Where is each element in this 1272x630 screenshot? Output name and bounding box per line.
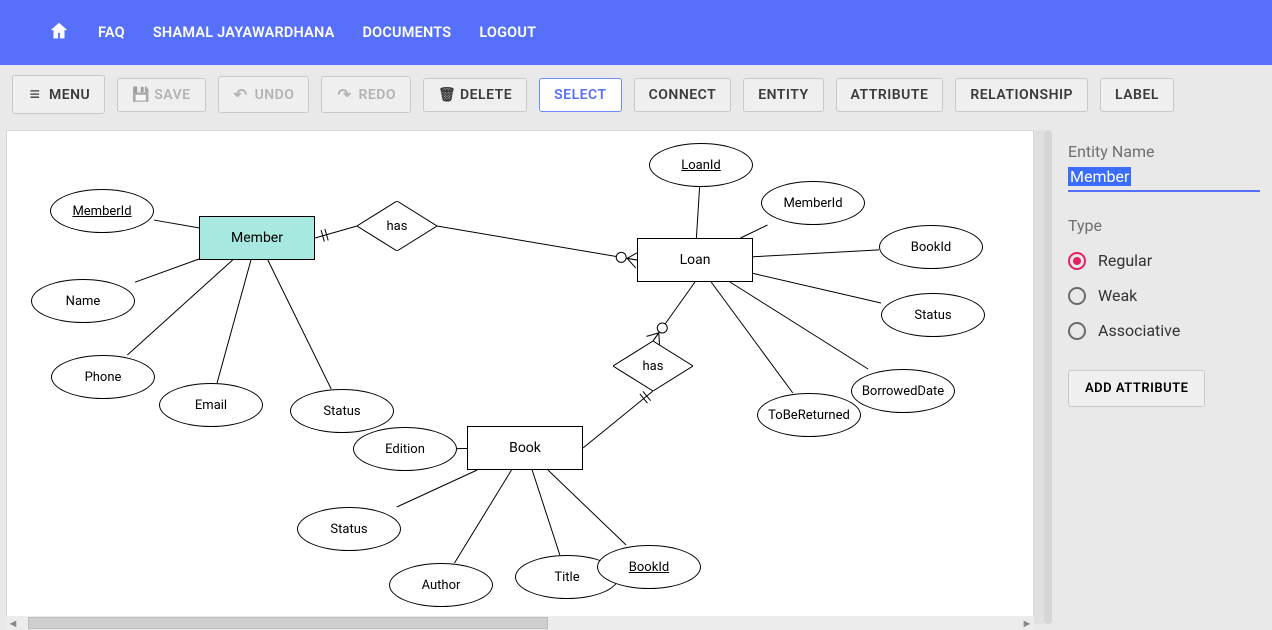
nav-faq[interactable]: FAQ [98,24,125,41]
entity-member[interactable]: Member [199,216,315,260]
top-nav: FAQ SHAMAL JAYAWARDHANA DOCUMENTS LOGOUT [0,0,1272,65]
nav-documents[interactable]: DOCUMENTS [362,24,451,41]
attribute-button[interactable]: ATTRIBUTE [836,78,944,112]
redo-label: REDO [358,87,396,103]
redo-button: REDO [321,76,411,113]
attribute-edition[interactable]: Edition [353,427,457,471]
v-scrollbar[interactable] [1034,130,1044,624]
attribute-email[interactable]: Email [159,383,263,427]
attribute-label: Name [66,294,101,309]
attribute-memberIdL[interactable]: MemberId [761,181,865,225]
delete-button[interactable]: DELETE [423,78,527,112]
connect-button[interactable]: CONNECT [634,78,732,112]
toolbar: MENU SAVE UNDO REDO DELETE SELECT CONNEC… [0,65,1272,124]
menu-label: MENU [49,87,90,103]
undo-button: UNDO [218,76,310,113]
select-button[interactable]: SELECT [539,78,621,112]
menu-icon [27,84,43,105]
attribute-label: Title [554,570,579,585]
menu-button[interactable]: MENU [12,75,105,114]
attribute-label: Status [330,522,367,537]
trash-icon [438,87,454,103]
attribute-bookId[interactable]: BookId [597,545,701,589]
entity-label: Loan [680,252,711,268]
canvas-wrap: Member Loan Book has has MemberId Name Phone Ema… [0,124,1034,630]
entity-name-label: Entity Name [1068,142,1260,161]
scroll-right-icon[interactable]: ► [1020,617,1034,630]
attribute-statusB[interactable]: Status [297,507,401,551]
add-attribute-button[interactable]: ADD ATTRIBUTE [1068,370,1205,407]
attribute-label: MemberId [72,204,131,219]
type-radio-regular[interactable]: Regular [1068,251,1260,270]
entity-loan[interactable]: Loan [637,238,753,282]
er-canvas[interactable]: Member Loan Book has has MemberId Name Phone Ema… [6,130,1034,630]
label-button[interactable]: LABEL [1100,78,1174,112]
attribute-label: BorrowedDate [862,384,944,399]
attribute-label: ToBeReturned [768,408,850,423]
attribute-bookIdL[interactable]: BookId [879,225,983,269]
entity-label: Member [231,230,283,246]
scroll-thumb[interactable] [28,617,548,629]
attribute-borrowDate[interactable]: BorrowedDate [851,369,955,413]
radio-label: Weak [1098,286,1137,305]
type-radio-associative[interactable]: Associative [1068,321,1260,340]
attribute-label: Status [323,404,360,419]
nav-logout[interactable]: LOGOUT [479,24,536,41]
attribute-label: ATTRIBUTE [851,87,929,103]
relationship-label: has [613,341,693,391]
radio-icon [1068,287,1086,305]
entity-button[interactable]: ENTITY [743,78,823,112]
relationship-button[interactable]: RELATIONSHIP [955,78,1088,112]
radio-label: Associative [1098,321,1180,340]
attribute-loanId[interactable]: LoanId [649,143,753,187]
radio-icon [1068,252,1086,270]
attribute-author[interactable]: Author [389,563,493,607]
select-label: SELECT [554,87,606,103]
radio-icon [1068,322,1086,340]
entity-book[interactable]: Book [467,426,583,470]
attribute-label: Author [422,578,461,593]
attribute-label: Edition [385,442,425,457]
attribute-label: Status [914,308,951,323]
type-radio-weak[interactable]: Weak [1068,286,1260,305]
attribute-label: MemberId [783,196,842,211]
attribute-label: Phone [85,370,122,385]
attribute-label: BookId [629,560,669,575]
attribute-label: BookId [911,240,951,255]
relationship-has1[interactable]: has [357,201,437,251]
type-label: Type [1068,216,1260,235]
redo-icon [336,85,352,104]
delete-label: DELETE [460,87,512,103]
save-button: SAVE [117,78,205,112]
h-scrollbar[interactable]: ◄ ► [6,616,1034,630]
attribute-statusM[interactable]: Status [290,389,394,433]
attribute-statusL[interactable]: Status [881,293,985,337]
relationship-label: has [357,201,437,251]
radio-label: Regular [1098,251,1152,270]
properties-panel: Entity Name Member Type Regular Weak Assoc… [1052,124,1272,630]
entity-name-field[interactable]: Member [1068,165,1260,192]
attribute-label: LoanId [681,158,721,173]
nav-user[interactable]: SHAMAL JAYAWARDHANA [153,24,335,41]
attribute-memberId[interactable]: MemberId [50,189,154,233]
attribute-name[interactable]: Name [31,279,135,323]
connect-label: CONNECT [649,87,717,103]
save-label: SAVE [154,87,190,103]
relationship-label: RELATIONSHIP [970,87,1073,103]
undo-label: UNDO [255,87,295,103]
relationship-has2[interactable]: has [613,341,693,391]
entity-label: Book [509,440,541,456]
attribute-phone[interactable]: Phone [51,355,155,399]
undo-icon [233,85,249,104]
panel-splitter[interactable] [1044,130,1052,624]
attribute-toBeReturned[interactable]: ToBeReturned [757,393,861,437]
label-label: LABEL [1115,87,1159,103]
save-icon [132,87,148,103]
home-icon[interactable] [48,20,70,46]
attribute-label: Email [195,398,227,413]
scroll-left-icon[interactable]: ◄ [6,617,20,630]
entity-name-value: Member [1068,167,1131,186]
entity-label: ENTITY [758,87,808,103]
